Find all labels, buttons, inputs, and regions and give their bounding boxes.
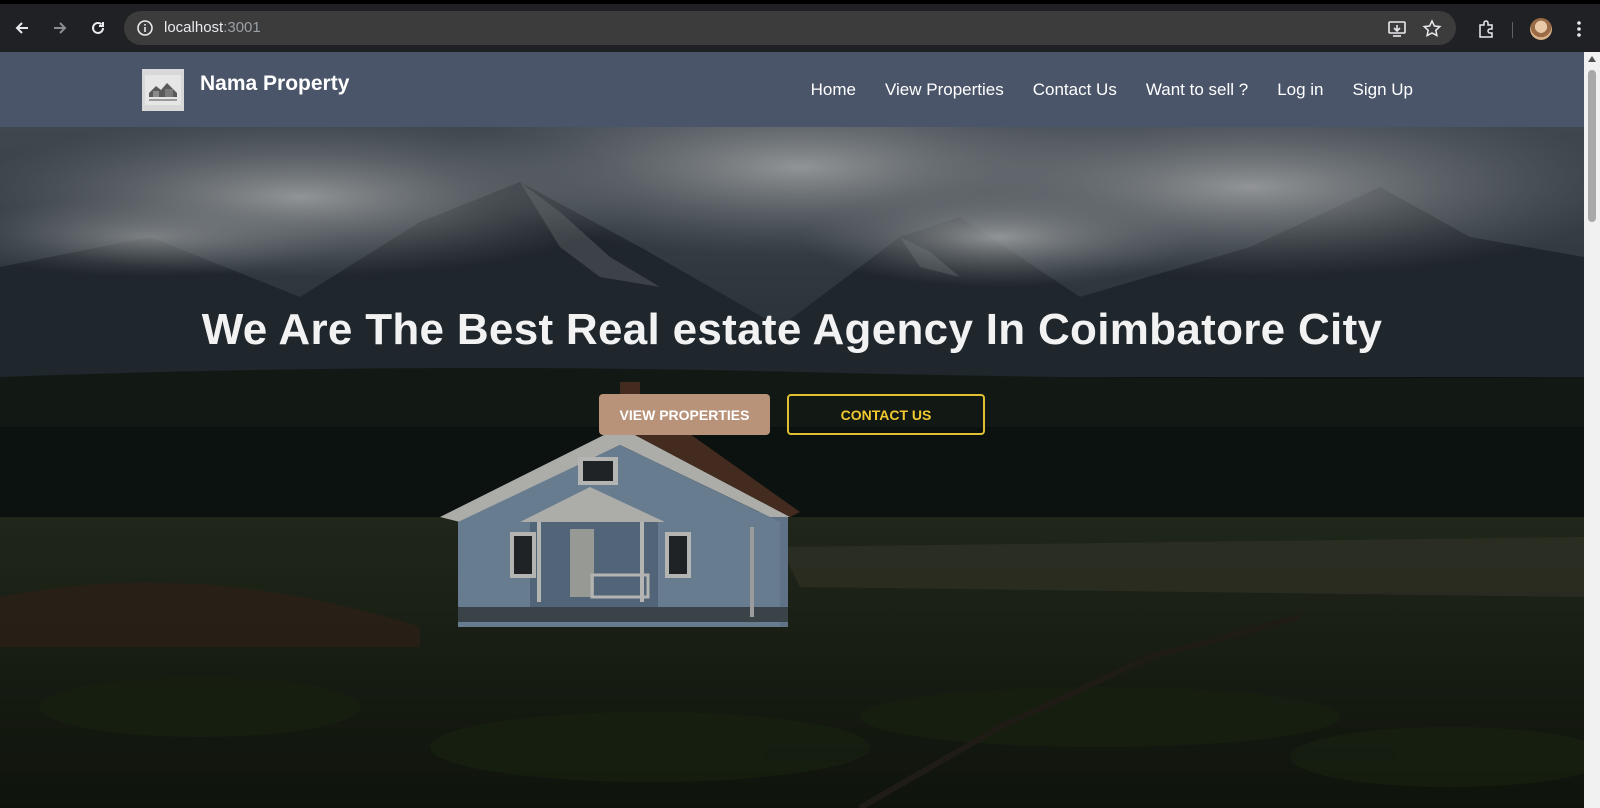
nav-sign-up[interactable]: Sign Up — [1353, 80, 1413, 100]
nav-home[interactable]: Home — [811, 80, 856, 100]
bookmark-star-icon[interactable] — [1420, 17, 1444, 41]
site-navbar: Nama Property Home View Properties Conta… — [0, 52, 1584, 127]
view-properties-button[interactable]: VIEW PROPERTIES — [599, 394, 770, 435]
hero-section: We Are The Best Real estate Agency In Co… — [0, 127, 1584, 808]
profile-avatar[interactable] — [1530, 18, 1552, 40]
toolbar-separator — [1512, 22, 1513, 38]
hero-background-image — [0, 127, 1584, 808]
main-menu: Home View Properties Contact Us Want to … — [811, 80, 1413, 100]
page-viewport: Nama Property Home View Properties Conta… — [0, 52, 1584, 808]
scroll-thumb[interactable] — [1588, 70, 1596, 222]
site-info-icon[interactable] — [136, 19, 154, 42]
brand-name[interactable]: Nama Property — [200, 72, 349, 96]
hero-title: We Are The Best Real estate Agency In Co… — [201, 305, 1383, 354]
extensions-icon[interactable] — [1474, 17, 1498, 41]
nav-contact-us[interactable]: Contact Us — [1033, 80, 1117, 100]
install-app-icon[interactable] — [1385, 17, 1409, 41]
url-text: localhost:3001 — [164, 19, 261, 36]
browser-toolbar: localhost:3001 — [0, 0, 1600, 52]
contact-us-button[interactable]: CONTACT US — [787, 394, 985, 435]
forward-icon[interactable] — [46, 14, 74, 42]
brand-logo[interactable] — [142, 69, 184, 111]
address-bar[interactable]: localhost:3001 — [124, 11, 1456, 45]
nav-log-in[interactable]: Log in — [1277, 80, 1323, 100]
scroll-up-arrow-icon[interactable] — [1588, 56, 1596, 62]
kebab-menu-icon[interactable] — [1567, 17, 1591, 41]
reload-icon[interactable] — [84, 14, 112, 42]
nav-view-properties[interactable]: View Properties — [885, 80, 1004, 100]
page-scrollbar[interactable] — [1584, 52, 1600, 808]
nav-want-to-sell[interactable]: Want to sell ? — [1146, 80, 1248, 100]
back-icon[interactable] — [8, 14, 36, 42]
